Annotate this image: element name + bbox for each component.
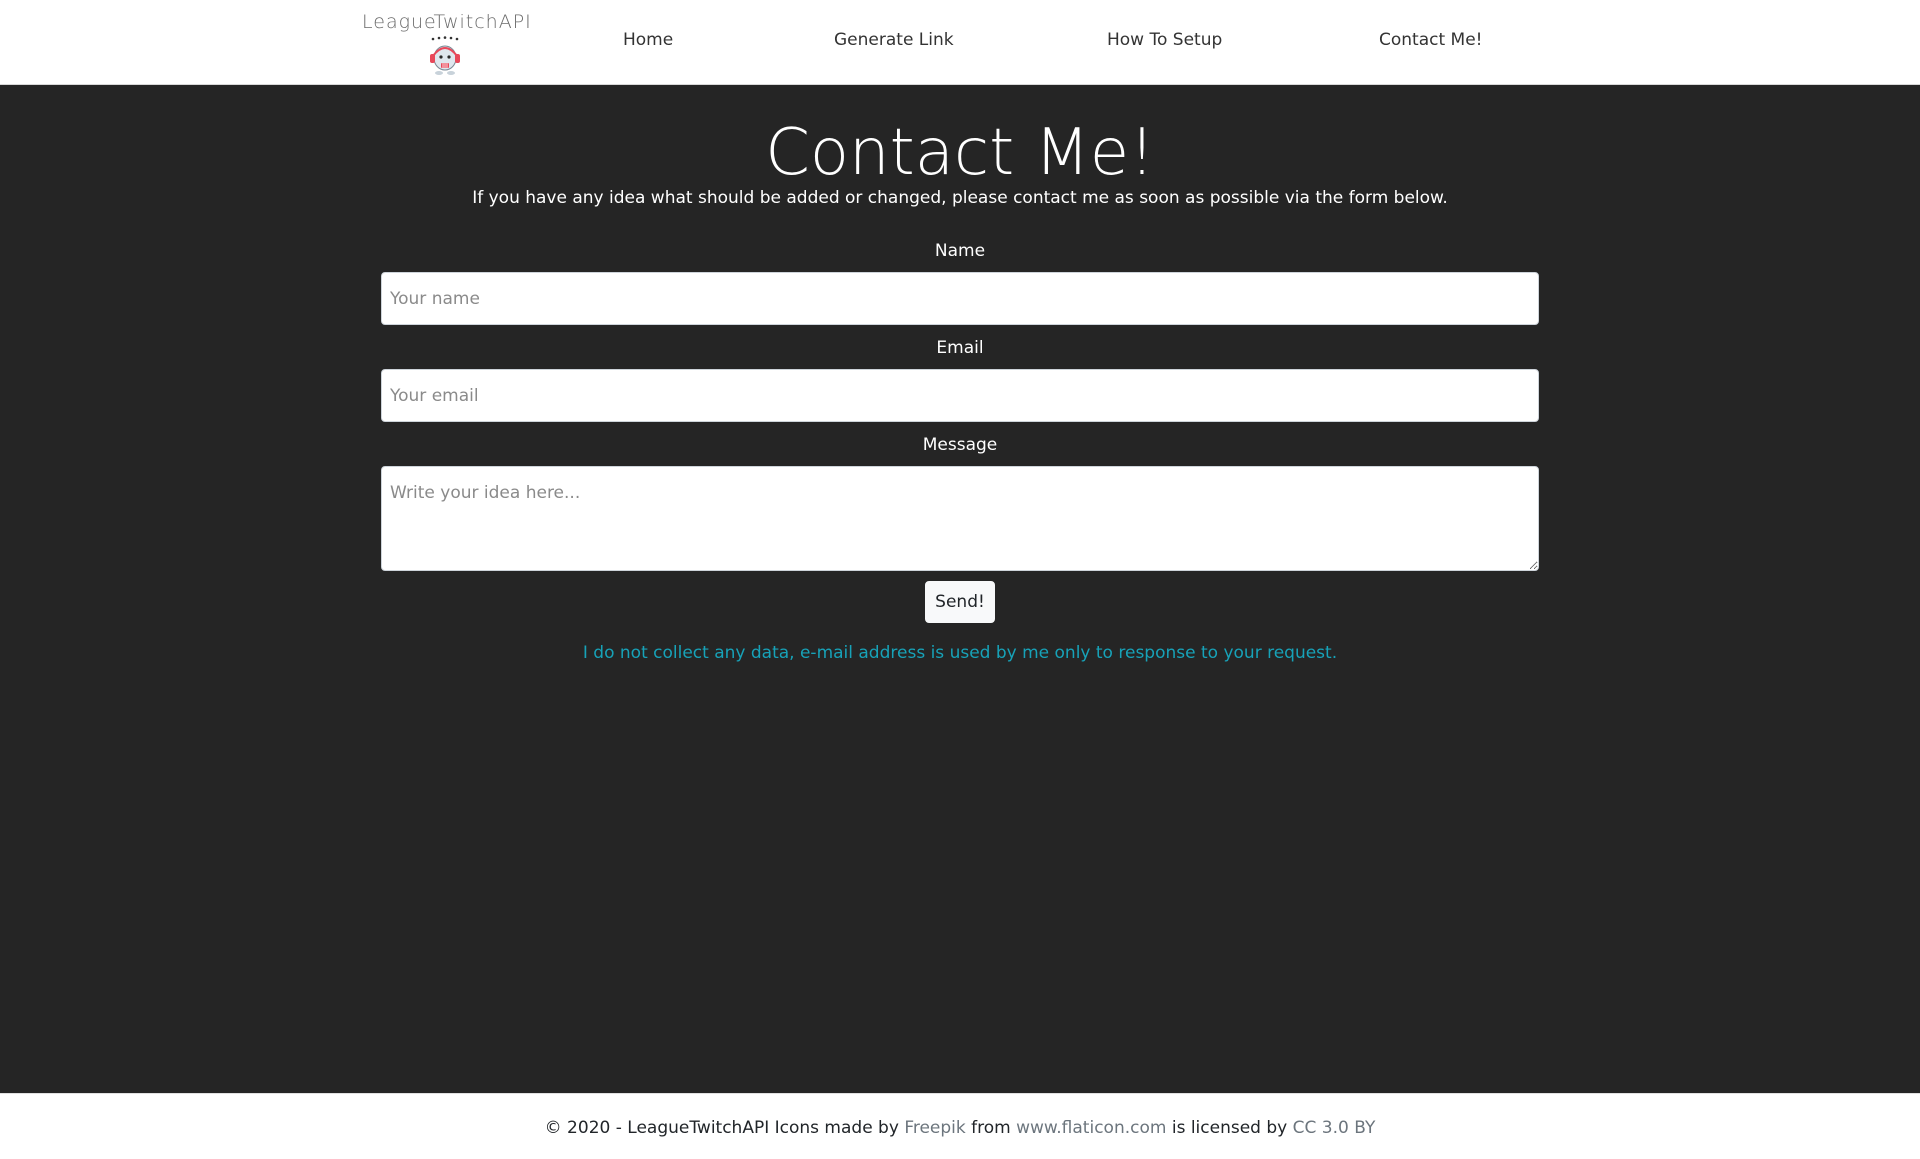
footer-source-link[interactable]: www.flaticon.com: [1016, 1118, 1166, 1138]
intro-text: If you have any idea what should be adde…: [472, 188, 1448, 208]
nav-generate-link[interactable]: Generate Link: [834, 30, 954, 50]
footer-icons-made-by: Icons made by: [774, 1118, 899, 1138]
footer-author-link[interactable]: Freepik: [904, 1118, 965, 1138]
name-input[interactable]: [381, 272, 1539, 325]
name-label: Name: [934, 241, 986, 261]
main-content: Contact Me! If you have any idea what sh…: [0, 85, 1920, 1093]
footer-license-link[interactable]: CC 3.0 BY: [1293, 1118, 1376, 1138]
footer: © 2020 - LeagueTwitchAPI Icons made by F…: [0, 1093, 1920, 1159]
nav-home[interactable]: Home: [623, 30, 673, 50]
message-label: Message: [922, 435, 998, 455]
brand-name: LeagueTwitchAPI: [362, 11, 532, 33]
brand-link[interactable]: LeagueTwitchAPI: [362, 10, 532, 78]
navbar: LeagueTwitchAPI Home Generate Link How T…: [0, 0, 1920, 85]
nav-how-to-setup[interactable]: How To Setup: [1107, 30, 1222, 50]
email-input[interactable]: [381, 369, 1539, 422]
send-button[interactable]: Send!: [925, 581, 995, 623]
footer-licensed-by: is licensed by: [1171, 1118, 1288, 1138]
privacy-note: I do not collect any data, e-mail addres…: [582, 643, 1338, 663]
nav-contact[interactable]: Contact Me!: [1379, 30, 1483, 50]
footer-from: from: [971, 1118, 1011, 1138]
email-label: Email: [936, 338, 984, 358]
poro-mascot-icon: [430, 36, 460, 75]
footer-copyright: © 2020 - LeagueTwitchAPI: [544, 1118, 770, 1138]
footer-text: © 2020 - LeagueTwitchAPI Icons made by F…: [0, 1116, 1920, 1140]
message-textarea[interactable]: [381, 466, 1539, 571]
